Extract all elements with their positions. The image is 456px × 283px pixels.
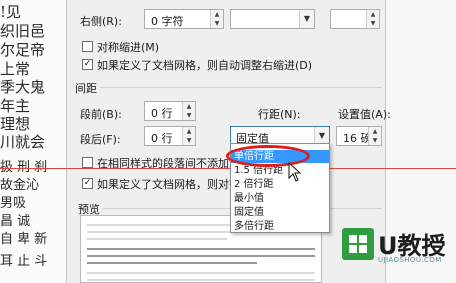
right-indent-label: 右侧(R): [80, 15, 122, 28]
mouse-cursor-icon [288, 162, 302, 182]
preview-line [87, 272, 315, 274]
document-line: 织旧邑 [0, 22, 46, 40]
preview-line [87, 262, 257, 264]
spinner-arrows[interactable]: ▲ ▼ [210, 10, 223, 28]
spin-up-icon[interactable]: ▲ [211, 10, 223, 19]
spacing-section-title: 间距 [75, 82, 97, 95]
spin-down-icon[interactable]: ▼ [183, 136, 195, 145]
snap-to-grid-label: 如果定义了文档网格，则对齐 [97, 178, 240, 191]
document-line: 故金沁 [0, 178, 40, 193]
preview-line [87, 248, 315, 250]
annotation-line [0, 168, 456, 169]
spin-down-icon[interactable]: ▼ [369, 136, 381, 145]
setting-value-label: 设置值(A): [338, 108, 391, 121]
windows-flag-icon [349, 235, 367, 253]
document-line: 昌 诚 [0, 214, 31, 229]
line-spacing-option[interactable]: 固定值 [231, 206, 329, 219]
spinner-arrows[interactable]: ▲ ▼ [368, 127, 381, 145]
space-before-spinner[interactable]: 0 行 ▲ ▼ [144, 101, 196, 121]
spin-up-icon[interactable]: ▲ [369, 127, 381, 136]
line-spacing-option[interactable]: 2 倍行距 [231, 178, 329, 191]
spin-down-icon[interactable]: ▼ [367, 19, 379, 28]
indent-by-spinner[interactable]: ▲ ▼ [330, 9, 380, 29]
special-indent-select[interactable]: ▼ [230, 9, 315, 29]
document-line: 耳 止 斗 [0, 254, 48, 269]
space-after-value: 0 行 [151, 132, 173, 145]
mirror-indent-label: 对称缩进(M) [97, 41, 160, 54]
auto-adjust-right-checkbox[interactable]: ✓ [82, 59, 93, 70]
right-indent-value: 0 字符 [151, 15, 184, 28]
no-space-same-style-checkbox[interactable] [82, 157, 93, 168]
spinner-arrows[interactable]: ▲ ▼ [182, 127, 195, 145]
document-line: 季大鬼 [0, 78, 46, 96]
spin-down-icon[interactable]: ▼ [211, 19, 223, 28]
right-indent-spinner[interactable]: 0 字符 ▲ ▼ [144, 9, 224, 29]
chevron-down-icon[interactable]: ▼ [299, 10, 314, 28]
space-after-spinner[interactable]: 0 行 ▲ ▼ [144, 126, 196, 146]
spin-down-icon[interactable]: ▼ [183, 111, 195, 120]
space-before-label: 段前(B): [80, 108, 122, 121]
watermark-url: UJIAOSHOU.COM [378, 256, 442, 264]
spinner-arrows[interactable]: ▲ ▼ [366, 10, 379, 28]
windows-logo-icon [342, 228, 374, 260]
spinner-arrows[interactable]: ▲ ▼ [182, 102, 195, 120]
background-document: !见 织旧邑 尔足帝 上常 季大鬼 年主 理想 川就会 扱 刑 刹 故金沁 男吸… [0, 0, 66, 283]
spin-up-icon[interactable]: ▲ [367, 10, 379, 19]
spin-up-icon[interactable]: ▲ [183, 102, 195, 111]
preview-line [87, 279, 315, 281]
section-divider [100, 87, 382, 88]
document-line: 川就会 [0, 133, 46, 151]
auto-adjust-right-label: 如果定义了文档网格，则自动调整右缩进(D) [97, 59, 313, 72]
mirror-indent-checkbox[interactable] [82, 41, 93, 52]
watermark-logo: U教授 UJIAOSHOU.COM [340, 220, 456, 283]
preview-line [87, 255, 315, 257]
space-after-label: 段后(F): [80, 133, 121, 146]
line-spacing-option[interactable]: 多倍行距 [231, 220, 329, 233]
line-spacing-option[interactable]: 最小值 [231, 192, 329, 205]
line-spacing-label: 行距(N): [258, 108, 301, 121]
snap-to-grid-checkbox[interactable]: ✓ [82, 178, 93, 189]
document-line: !见 [0, 3, 22, 21]
document-line: 自 卑 新 [0, 232, 48, 247]
document-line: 男吸 [0, 196, 27, 211]
preview-line [87, 238, 227, 240]
space-before-value: 0 行 [151, 107, 173, 120]
spin-up-icon[interactable]: ▲ [183, 127, 195, 136]
setting-value-spinner[interactable]: 16 磅 ▲ ▼ [336, 126, 382, 146]
document-line: 尔足帝 [0, 41, 46, 59]
document-line: 扱 刑 刹 [0, 160, 48, 175]
